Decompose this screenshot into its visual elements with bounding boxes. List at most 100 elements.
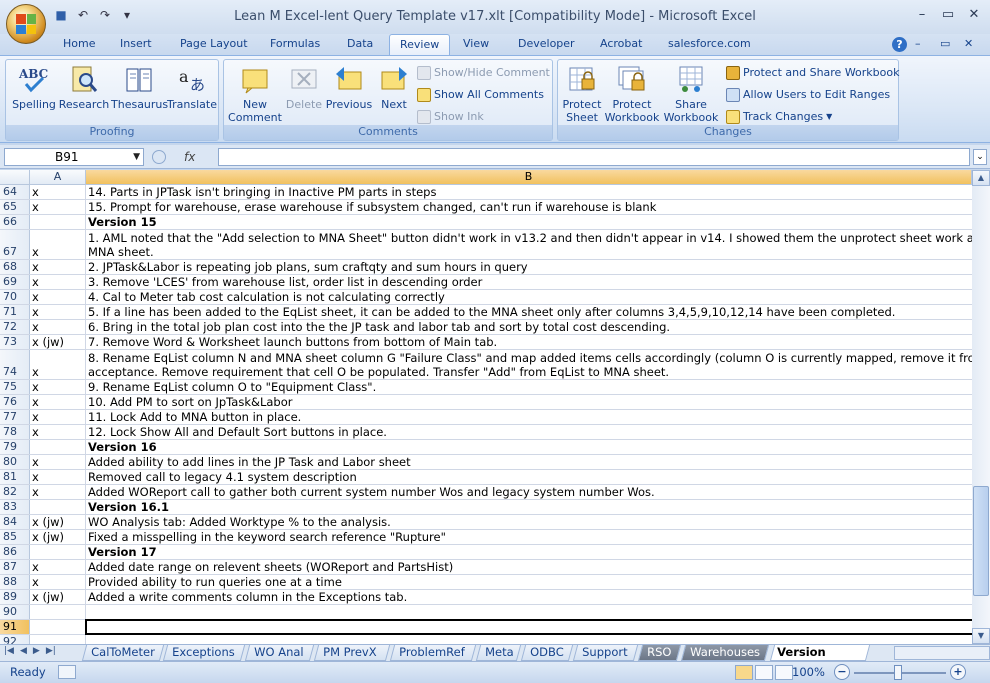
sheet-tab[interactable]: Exceptions [162,645,246,661]
protect-sheet-button[interactable]: Protect Sheet [558,63,606,124]
redo-icon[interactable]: ↷ [96,6,114,24]
ribbon-minimize-button[interactable]: – [915,34,921,56]
horizontal-scrollbar[interactable] [894,646,990,660]
cell-a[interactable] [30,605,86,619]
protect-workbook-button[interactable]: Protect Workbook [604,63,660,124]
cell-a[interactable]: x [30,275,86,289]
row-header[interactable]: 82 [0,485,30,499]
row-header[interactable]: 66 [0,215,30,229]
row-header[interactable]: 88 [0,575,30,589]
cell-a[interactable]: x [30,185,86,199]
close-button[interactable]: ✕ [964,6,984,24]
cell-a[interactable]: x [30,560,86,574]
zoom-slider-thumb[interactable] [894,665,902,680]
show-hide-comment-button[interactable]: Show/Hide Comment [417,64,550,82]
cell-a[interactable] [30,545,86,559]
row-header[interactable]: 83 [0,500,30,514]
row-header[interactable]: 69 [0,275,30,289]
cell-b[interactable] [86,605,972,619]
maximize-button[interactable]: ▭ [938,6,958,24]
sheet-tab[interactable]: Warehouses [680,645,770,661]
save-icon[interactable]: ■ [52,6,70,24]
macro-record-icon[interactable] [58,665,76,679]
sheet-tab[interactable]: Meta [475,645,522,661]
ribbon-close-button[interactable]: ✕ [964,34,973,56]
zoom-out-button[interactable]: − [834,664,850,680]
customize-qat-icon[interactable]: ▾ [118,6,136,24]
row-header[interactable]: 68 [0,260,30,274]
cell-a[interactable]: x [30,425,86,439]
spelling-button[interactable]: ABC Spelling [8,63,60,111]
cell-a[interactable]: x [30,455,86,469]
tab-data[interactable]: Data [337,34,383,56]
tab-view[interactable]: View [453,34,499,56]
row-header[interactable]: 90 [0,605,30,619]
research-button[interactable]: Research [58,63,110,111]
row-header[interactable]: 91 [0,620,30,634]
formula-input[interactable] [218,148,970,166]
cell-b[interactable]: 14. Parts in JPTask isn't bringing in In… [86,185,972,199]
translate-button[interactable]: aあ Translate [166,63,218,111]
cell-b[interactable]: Added WOReport call to gather both curre… [86,485,972,499]
scroll-thumb[interactable] [973,486,989,596]
tab-review[interactable]: Review [389,34,451,56]
normal-view-button[interactable] [735,665,753,680]
cell-b[interactable]: 12. Lock Show All and Default Sort butto… [86,425,972,439]
cell-a[interactable]: x [30,485,86,499]
cell-a[interactable]: x [30,470,86,484]
minimize-button[interactable]: – [912,6,932,24]
row-header[interactable]: 71 [0,305,30,319]
cell-a[interactable]: x [30,575,86,589]
tab-salesforce[interactable]: salesforce.com [658,34,761,56]
cell-a[interactable]: x [30,230,86,259]
cell-a[interactable] [30,620,86,634]
share-workbook-button[interactable]: Share Workbook [661,63,721,124]
page-break-view-button[interactable] [775,665,793,680]
protect-and-share-workbook-button[interactable]: Protect and Share Workbook [726,64,900,82]
delete-comment-button[interactable]: Delete [282,63,326,111]
cell-a[interactable]: x (jw) [30,590,86,604]
cell-b[interactable]: Version 15 [86,215,972,229]
sheet-tab[interactable]: RSO [637,645,682,661]
tab-developer[interactable]: Developer [508,34,585,56]
row-header[interactable]: 81 [0,470,30,484]
tab-page-layout[interactable]: Page Layout [170,34,258,56]
cell-b[interactable]: Version 17 [86,545,972,559]
sheet-tab[interactable]: ProblemRef [389,645,477,661]
tab-insert[interactable]: Insert [110,34,162,56]
first-sheet-icon[interactable]: |◀ [4,646,14,656]
row-header[interactable]: 80 [0,455,30,469]
cell-b[interactable]: Added a write comments column in the Exc… [86,590,972,604]
sheet-tab[interactable]: WO Anal [244,645,315,661]
scroll-up-arrow[interactable]: ▲ [972,170,990,186]
cell-b[interactable] [86,620,972,634]
cell-a[interactable]: x [30,200,86,214]
row-header[interactable]: 78 [0,425,30,439]
cell-b[interactable]: 11. Lock Add to MNA button in place. [86,410,972,424]
tab-home[interactable]: Home [53,34,105,56]
cell-b[interactable]: Fixed a misspelling in the keyword searc… [86,530,972,544]
column-header-b[interactable]: B [86,170,972,185]
row-header[interactable]: 89 [0,590,30,604]
office-button[interactable] [6,4,46,44]
row-header[interactable]: 86 [0,545,30,559]
row-header[interactable]: 65 [0,200,30,214]
row-header[interactable]: 67 [0,230,30,259]
cell-a[interactable] [30,215,86,229]
row-header[interactable]: 79 [0,440,30,454]
cell-b[interactable]: 3. Remove 'LCES' from warehouse list, or… [86,275,972,289]
new-comment-button[interactable]: New Comment [226,63,284,124]
row-header[interactable]: 64 [0,185,30,199]
cell-b[interactable]: Version 16 [86,440,972,454]
cell-b[interactable]: 4. Cal to Meter tab cost calculation is … [86,290,972,304]
next-comment-button[interactable]: Next [374,63,414,111]
thesaurus-button[interactable]: Thesaurus [111,63,168,111]
cell-a[interactable]: x [30,395,86,409]
expand-formula-bar-button[interactable]: ⌄ [973,149,987,165]
cell-a[interactable]: x [30,410,86,424]
row-header[interactable]: 73 [0,335,30,349]
cell-a[interactable]: x (jw) [30,530,86,544]
row-header[interactable]: 75 [0,380,30,394]
row-header[interactable]: 92 [0,635,30,644]
row-header[interactable]: 85 [0,530,30,544]
